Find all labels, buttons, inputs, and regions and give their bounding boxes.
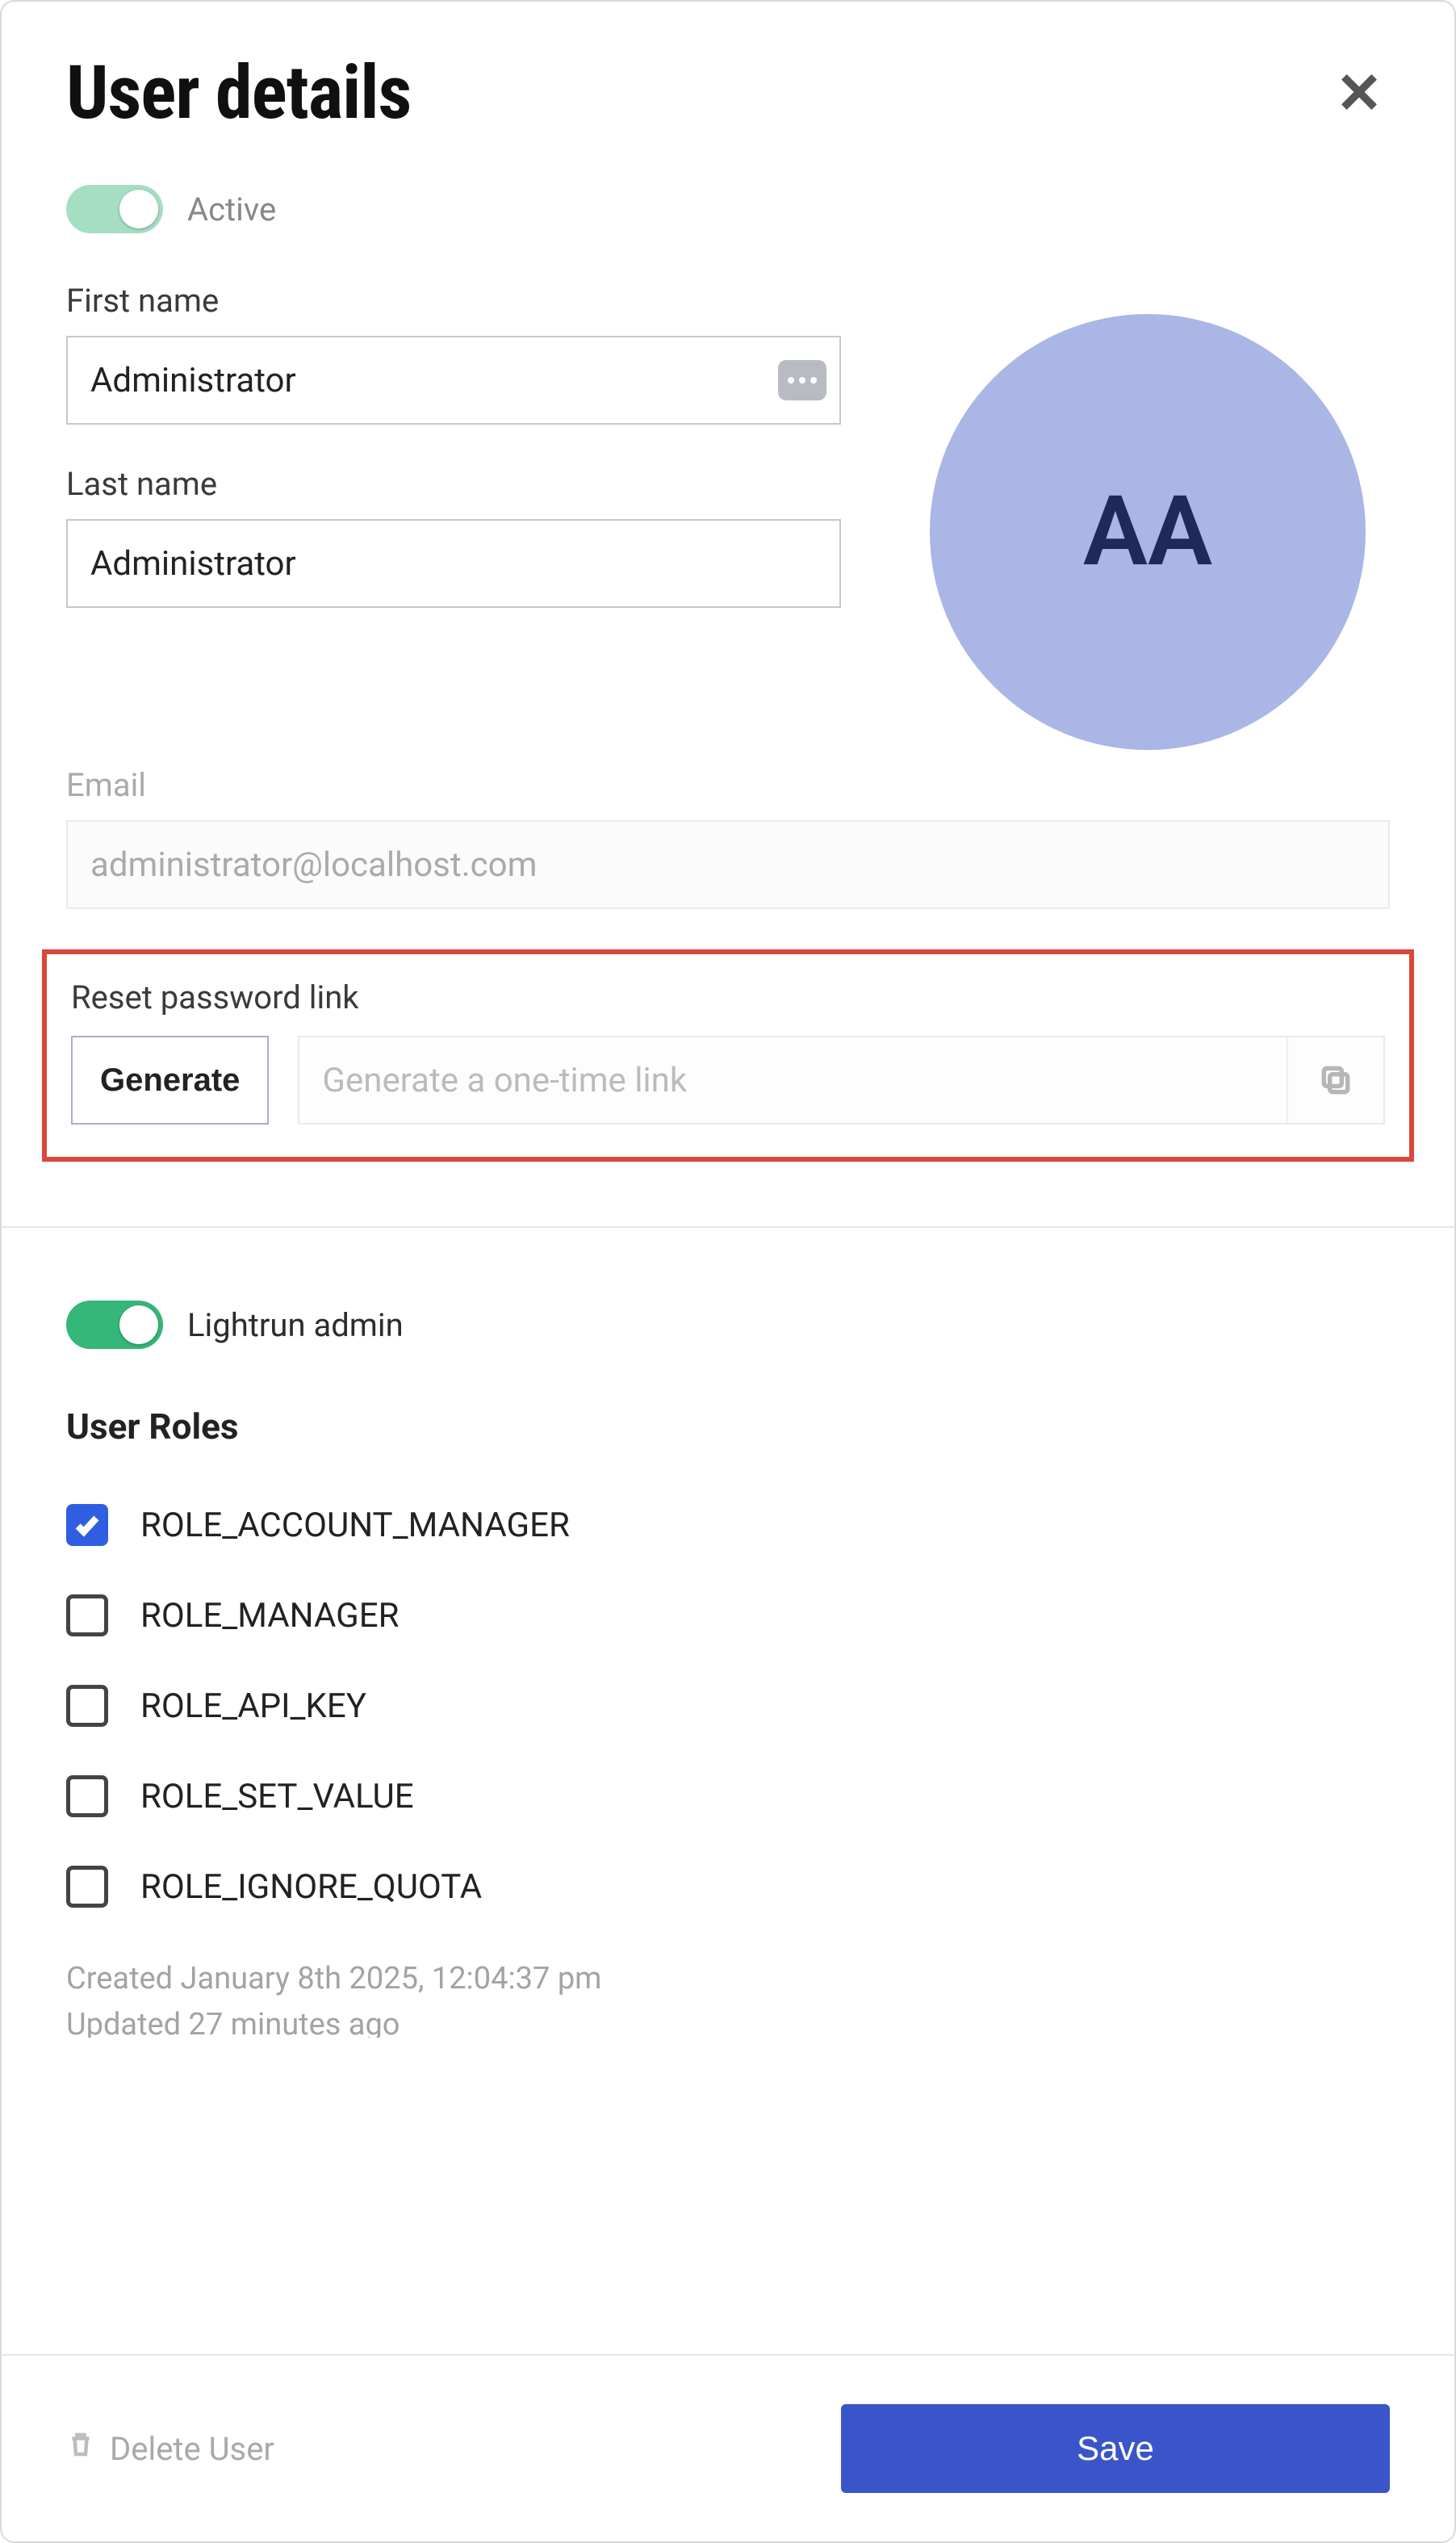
trash-icon: [66, 2428, 95, 2469]
reset-password-section: Reset password link Generate Generate a …: [42, 949, 1414, 1162]
updated-timestamp: Updated 27 minutes ago: [66, 2002, 1390, 2038]
close-icon[interactable]: [1328, 61, 1390, 126]
email-input[interactable]: administrator@localhost.com: [66, 820, 1390, 909]
role-label: ROLE_API_KEY: [140, 1686, 366, 1726]
role-label: ROLE_ACCOUNT_MANAGER: [140, 1506, 570, 1545]
role-checkbox[interactable]: [66, 1775, 108, 1817]
reset-link-input[interactable]: Generate a one-time link: [299, 1037, 1287, 1123]
role-checkbox[interactable]: [66, 1594, 108, 1636]
role-label: ROLE_SET_VALUE: [140, 1777, 414, 1816]
role-item[interactable]: ROLE_ACCOUNT_MANAGER: [66, 1480, 1390, 1570]
role-item[interactable]: ROLE_API_KEY: [66, 1661, 1390, 1751]
lightrun-admin-label: Lightrun admin: [187, 1306, 404, 1344]
avatar: AA: [930, 314, 1366, 750]
active-toggle[interactable]: [66, 185, 163, 233]
role-checkbox[interactable]: [66, 1685, 108, 1727]
last-name-input[interactable]: Administrator: [66, 519, 841, 608]
role-label: ROLE_IGNORE_QUOTA: [140, 1867, 482, 1907]
last-name-label: Last name: [66, 465, 841, 503]
generate-button[interactable]: Generate: [71, 1036, 269, 1125]
copy-icon[interactable]: [1287, 1037, 1383, 1123]
lightrun-admin-toggle[interactable]: [66, 1301, 163, 1349]
user-roles-heading: User Roles: [66, 1406, 1390, 1447]
role-item[interactable]: ROLE_MANAGER: [66, 1570, 1390, 1661]
reset-password-label: Reset password link: [71, 978, 1385, 1016]
active-toggle-label: Active: [187, 191, 276, 228]
created-timestamp: Created January 8th 2025, 12:04:37 pm: [66, 1956, 1390, 2002]
role-label: ROLE_MANAGER: [140, 1596, 400, 1636]
delete-user-button[interactable]: Delete User: [66, 2428, 274, 2469]
save-button[interactable]: Save: [841, 2404, 1390, 2493]
email-label: Email: [66, 766, 1390, 804]
role-checkbox[interactable]: [66, 1866, 108, 1908]
role-item[interactable]: ROLE_IGNORE_QUOTA: [66, 1841, 1390, 1932]
first-name-label: First name: [66, 282, 841, 320]
role-item[interactable]: ROLE_SET_VALUE: [66, 1751, 1390, 1841]
user-details-panel: User details Active First name Administr…: [0, 0, 1456, 2543]
more-icon[interactable]: [778, 360, 826, 400]
first-name-input[interactable]: Administrator: [66, 336, 841, 425]
delete-user-label: Delete User: [110, 2430, 274, 2468]
role-checkbox[interactable]: [66, 1504, 108, 1546]
page-title: User details: [66, 50, 411, 136]
